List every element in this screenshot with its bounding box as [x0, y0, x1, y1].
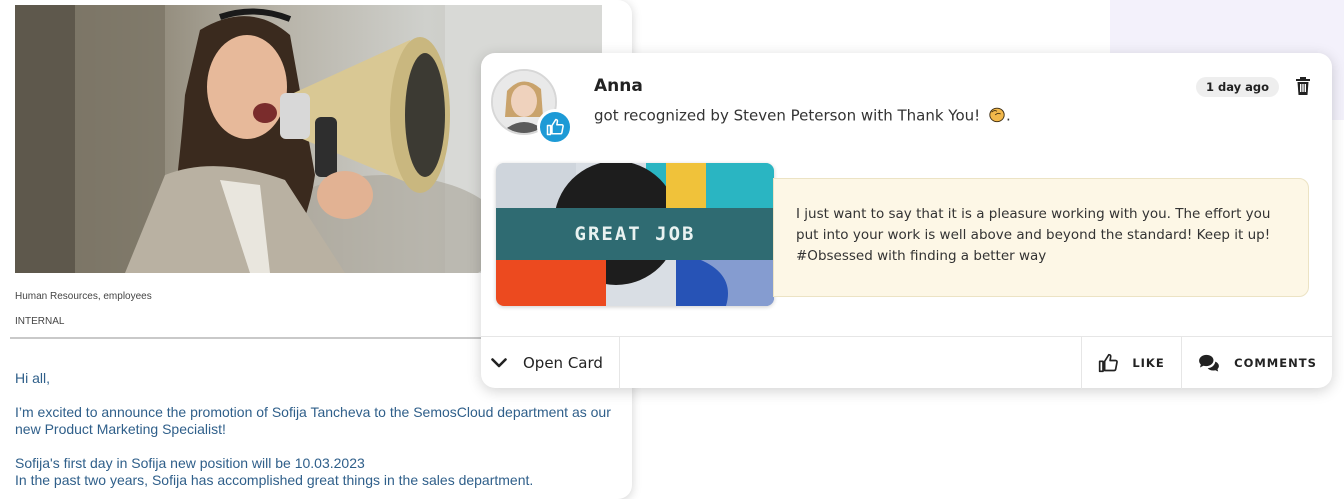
recognition-sentence: got recognized by Steven Peterson with T… — [594, 106, 981, 125]
post-tags: Human Resources, employees — [15, 291, 152, 302]
recipient-name[interactable]: Anna — [594, 76, 643, 96]
trash-icon[interactable] — [1295, 77, 1311, 95]
comments-label: COMMENTS — [1234, 356, 1317, 370]
post-line: Sofija's first day in Sofija new positio… — [15, 455, 365, 471]
like-label: LIKE — [1132, 356, 1165, 370]
like-button[interactable]: LIKE — [1081, 337, 1182, 389]
chevron-down-icon — [491, 358, 507, 368]
recognition-suffix: . — [1005, 106, 1011, 125]
comments-button[interactable]: COMMENTS — [1183, 337, 1332, 389]
open-card-button[interactable]: Open Card — [481, 337, 620, 389]
recognition-footer: Open Card LIKE COMMENTS — [481, 336, 1332, 389]
post-meta: Human Resources, employees INTERNAL — [15, 291, 152, 328]
avatar-wrapper — [491, 69, 573, 145]
time-badge: 1 day ago — [1196, 77, 1279, 97]
clapping-hands-icon — [988, 105, 1006, 127]
thumbs-up-icon — [537, 109, 573, 145]
post-paragraph: I’m excited to announce the promotion of… — [15, 404, 611, 437]
recognition-message: I just want to say that it is a pleasure… — [773, 178, 1309, 297]
thumbs-up-outline-icon — [1099, 353, 1119, 373]
open-card-label: Open Card — [523, 354, 603, 372]
recognition-card-image[interactable]: GREAT JOB — [496, 163, 774, 306]
comments-icon — [1199, 354, 1220, 372]
post-visibility: INTERNAL — [15, 316, 65, 327]
post-line: In the past two years, Sofija has accomp… — [15, 472, 534, 488]
recognition-card: Anna got recognized by Steven Peterson w… — [481, 53, 1332, 389]
recognition-text: got recognized by Steven Peterson with T… — [594, 105, 1011, 127]
card-banner-label: GREAT JOB — [496, 208, 774, 260]
